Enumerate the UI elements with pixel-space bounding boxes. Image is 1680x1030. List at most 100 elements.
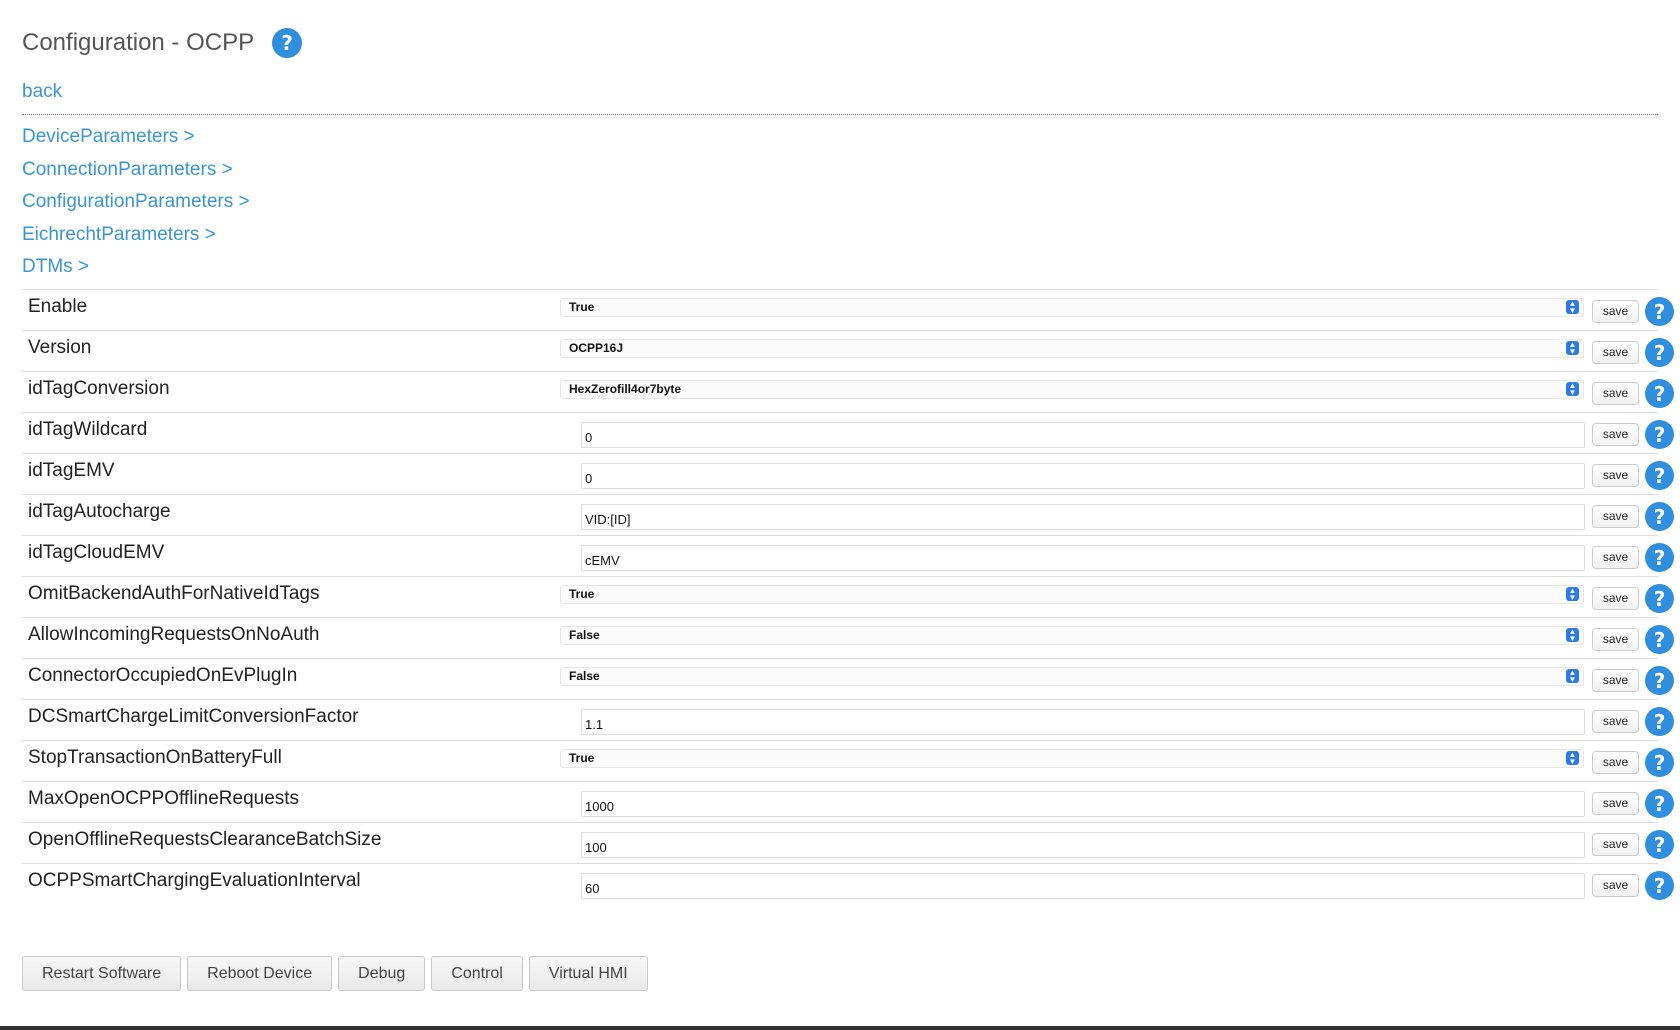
param-select-value: True [569,751,595,765]
param-row: idTagConversion HexZerofill4or7byte ▲ ▼ save… [22,372,1674,413]
save-button[interactable]: save [1592,792,1639,815]
param-row: idTagWildcard save? [22,413,1674,454]
divider [22,114,1658,115]
help-icon[interactable]: ? [1645,584,1674,613]
param-select[interactable]: OCPP16J ▲ ▼ [560,339,1584,358]
help-icon[interactable]: ? [1645,830,1674,859]
help-icon[interactable]: ? [1645,543,1674,572]
select-arrows-icon: ▲ ▼ [1566,300,1579,315]
section-nav: DeviceParameters > ConnectionParameters … [22,126,250,289]
nav-link-eichrecht-parameters[interactable]: EichrechtParameters > [22,224,250,257]
param-select[interactable]: True ▲ ▼ [560,749,1584,768]
param-row: MaxOpenOCPPOfflineRequests save? [22,782,1674,823]
nav-link-configuration-parameters[interactable]: ConfigurationParameters > [22,191,250,224]
help-icon[interactable]: ? [1645,461,1674,490]
param-label: StopTransactionOnBatteryFull [28,747,282,768]
param-row: AllowIncomingRequestsOnNoAuth False ▲ ▼ save… [22,618,1674,659]
select-arrows-icon: ▲ ▼ [1566,628,1579,643]
help-icon[interactable]: ? [1645,420,1674,449]
param-select[interactable]: True ▲ ▼ [560,585,1584,604]
param-select[interactable]: False ▲ ▼ [560,667,1584,686]
nav-link-connection-parameters[interactable]: ConnectionParameters > [22,159,250,192]
save-button[interactable]: save [1592,833,1639,856]
save-button[interactable]: save [1592,300,1639,323]
back-link[interactable]: back [22,81,62,103]
help-icon[interactable]: ? [1645,338,1674,367]
save-button[interactable]: save [1592,669,1639,692]
help-icon[interactable]: ? [1645,625,1674,654]
param-row: idTagCloudEMV save? [22,536,1674,577]
param-select-value: False [569,669,600,683]
param-input[interactable] [581,832,1585,858]
param-select-value: False [569,628,600,642]
param-label: ConnectorOccupiedOnEvPlugIn [28,665,298,686]
control-button[interactable]: Control [431,956,523,991]
param-row: idTagEMV save? [22,454,1674,495]
save-button[interactable]: save [1592,874,1639,897]
help-icon[interactable]: ? [1645,666,1674,695]
param-row: Version OCPP16J ▲ ▼ save? [22,331,1674,372]
param-select-value: True [569,300,595,314]
param-input[interactable] [581,873,1585,899]
save-button[interactable]: save [1592,505,1639,528]
restart-software-button[interactable]: Restart Software [22,956,182,991]
page-title: Configuration - OCPP [22,29,255,56]
help-icon[interactable]: ? [1645,789,1674,818]
debug-button[interactable]: Debug [338,956,426,991]
param-label: OCPPSmartChargingEvaluationInterval [28,870,361,891]
window-bottom-edge [0,1026,1680,1030]
nav-link-device-parameters[interactable]: DeviceParameters > [22,126,250,159]
save-button[interactable]: save [1592,341,1639,364]
save-button[interactable]: save [1592,751,1639,774]
param-label: idTagWildcard [28,419,148,440]
param-select[interactable]: HexZerofill4or7byte ▲ ▼ [560,380,1584,399]
param-select-value: HexZerofill4or7byte [569,382,682,396]
help-icon[interactable]: ? [1645,379,1674,408]
help-icon[interactable]: ? [272,28,303,58]
help-icon[interactable]: ? [1645,748,1674,777]
param-label: MaxOpenOCPPOfflineRequests [28,788,300,809]
help-icon[interactable]: ? [1645,502,1674,531]
param-input[interactable] [581,791,1585,817]
param-label: Version [28,337,92,358]
param-row: ConnectorOccupiedOnEvPlugIn False ▲ ▼ save? [22,659,1674,700]
param-input[interactable] [581,709,1585,735]
save-button[interactable]: save [1592,464,1639,487]
param-label: idTagAutocharge [28,501,171,522]
select-arrows-icon: ▲ ▼ [1566,341,1579,356]
page: Configuration - OCPP ? back DeviceParame… [0,0,1680,1026]
param-input[interactable] [581,422,1585,448]
virtual-hmi-button[interactable]: Virtual HMI [528,956,648,991]
param-select-value: OCPP16J [569,341,624,355]
nav-link-dtms[interactable]: DTMs > [22,256,250,289]
param-label: idTagEMV [28,460,115,481]
param-input[interactable] [581,504,1585,530]
param-label: Enable [28,296,88,317]
reboot-device-button[interactable]: Reboot Device [187,956,333,991]
parameter-table: Enable True ▲ ▼ save? Version OCPP16J ▲ ▼ save? id… [22,289,1674,905]
param-row: OmitBackendAuthForNativeIdTags True ▲ ▼ save… [22,577,1674,618]
save-button[interactable]: save [1592,382,1639,405]
param-label: OmitBackendAuthForNativeIdTags [28,583,320,604]
select-arrows-icon: ▲ ▼ [1566,587,1579,602]
param-row: idTagAutocharge save? [22,495,1674,536]
save-button[interactable]: save [1592,423,1639,446]
select-arrows-icon: ▲ ▼ [1566,382,1579,397]
save-button[interactable]: save [1592,587,1639,610]
select-arrows-icon: ▲ ▼ [1566,751,1579,766]
param-input[interactable] [581,463,1585,489]
help-icon[interactable]: ? [1645,297,1674,326]
param-label: idTagConversion [28,378,170,399]
param-label: DCSmartChargeLimitConversionFactor [28,706,359,727]
save-button[interactable]: save [1592,710,1639,733]
save-button[interactable]: save [1592,546,1639,569]
param-label: OpenOfflineRequestsClearanceBatchSize [28,829,382,850]
save-button[interactable]: save [1592,628,1639,651]
param-select[interactable]: True ▲ ▼ [560,298,1584,317]
help-icon[interactable]: ? [1645,707,1674,736]
param-row: OCPPSmartChargingEvaluationInterval save? [22,864,1674,905]
param-select[interactable]: False ▲ ▼ [560,626,1584,645]
page-header: Configuration - OCPP ? [22,28,303,58]
param-input[interactable] [581,545,1585,571]
help-icon[interactable]: ? [1645,871,1674,900]
